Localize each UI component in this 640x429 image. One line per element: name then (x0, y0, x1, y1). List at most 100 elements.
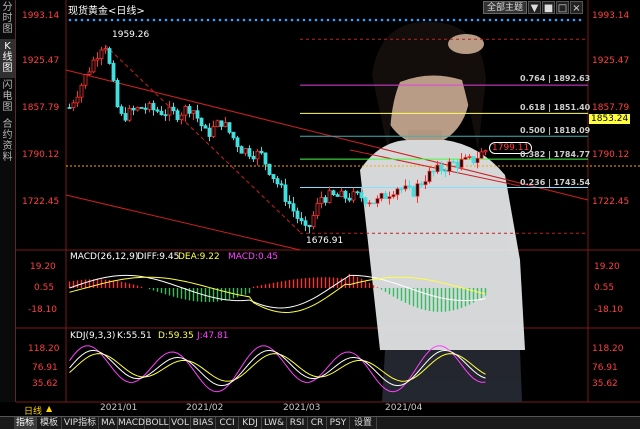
candle-body (227, 122, 232, 133)
signal-dot (542, 18, 546, 22)
indicator-tab-7[interactable]: VOL (170, 417, 191, 429)
signal-dot (296, 18, 300, 22)
candle-body (431, 170, 436, 173)
signal-dot (446, 18, 450, 22)
close-icon[interactable]: × (570, 1, 583, 14)
signal-dot (554, 18, 558, 22)
indicator-tab-6[interactable]: BOLL (145, 417, 170, 429)
price-axis-left-label: 1993.14 (22, 11, 60, 21)
indicator-tab-4[interactable]: MA (99, 417, 118, 429)
candle-body (79, 84, 84, 98)
macd-value: MACD:0.45 (228, 252, 279, 262)
candle-body (259, 150, 264, 154)
signal-dot (500, 18, 504, 22)
candle-body (311, 215, 316, 228)
signal-dot (182, 18, 186, 22)
candle-body (107, 48, 112, 64)
indicator-tab-10[interactable]: KDJ (239, 417, 262, 429)
price-axis-right-label: 1857.79 (592, 103, 630, 113)
trendline-upper (65, 69, 589, 201)
indicator-tab-8[interactable]: BIAS (191, 417, 216, 429)
candle-body (99, 49, 104, 60)
candle-body (375, 198, 380, 204)
indicator-tab-12[interactable]: RSI (287, 417, 308, 429)
signal-dot (578, 18, 582, 22)
candle-body (467, 156, 472, 158)
candle-body (91, 59, 96, 73)
candle-body (75, 96, 80, 104)
candle-body (423, 181, 428, 186)
indicator-tab-3[interactable]: VIP指标 (62, 417, 99, 429)
indicator-tab-11[interactable]: LW& (262, 417, 287, 429)
candle-body (123, 113, 128, 121)
candle-body (363, 197, 368, 204)
candle-body (175, 110, 180, 121)
signal-dot (158, 18, 162, 22)
candle-body (371, 202, 376, 205)
signal-dot (212, 18, 216, 22)
indicator-tab-14[interactable]: PSY (327, 417, 350, 429)
candle-body (103, 48, 108, 51)
indicator-tab-15[interactable]: 设置 (350, 417, 377, 429)
signal-dot (68, 18, 72, 22)
signal-dot (230, 18, 234, 22)
indicator-tab-1[interactable]: 指标 (14, 417, 37, 429)
macd-dea-value: DEA:9.22 (178, 252, 220, 262)
kdj-k-value: K:55.51 (117, 331, 152, 341)
macd-axis-left-label: -18.10 (28, 305, 58, 315)
candle-body (279, 183, 284, 186)
date-label: 2021/01 (100, 403, 138, 413)
indicator-tab-bar: 指标 模板 VIP指标 MA MACD BOLL VOL BIAS CCI KDJ LW& RSI CR… (0, 416, 640, 429)
trendline-lower (65, 194, 301, 251)
date-label: 2021/03 (283, 403, 321, 413)
signal-dot (308, 18, 312, 22)
macd-axis-right-label: 0.55 (594, 283, 615, 293)
signal-dot (122, 18, 126, 22)
candle-body (291, 203, 296, 212)
signal-dot (128, 18, 132, 22)
macd-title: MACD(26,12,9) (70, 252, 139, 262)
candle-body (403, 185, 408, 190)
signal-dot (326, 18, 330, 22)
maximize-icon[interactable]: □ (556, 1, 569, 14)
candle-body (315, 203, 320, 216)
signal-dot (86, 18, 90, 22)
candle-body (367, 202, 372, 205)
indicator-tab-9[interactable]: CCI (216, 417, 239, 429)
kdj-axis-right-label: 76.91 (592, 363, 618, 373)
price-axis-right-label: 1993.14 (592, 11, 630, 21)
indicator-tab-5[interactable]: MACD (118, 417, 145, 429)
candle-body (299, 218, 304, 222)
candle-body (379, 193, 384, 199)
candle-body (411, 186, 416, 197)
signal-dot (506, 18, 510, 22)
signal-dot (338, 18, 342, 22)
candle-body (287, 201, 292, 205)
candle-body (415, 183, 420, 197)
candle-body (359, 192, 364, 199)
candle-body (131, 107, 136, 111)
candle-body (455, 161, 460, 168)
signal-dot (434, 18, 438, 22)
signal-dot (98, 18, 102, 22)
candle-body (351, 191, 356, 201)
dropdown-arrow-icon[interactable]: ▼ (528, 1, 541, 14)
signal-dot (524, 18, 528, 22)
indicator-tab-2[interactable]: 模板 (37, 417, 62, 429)
indicator-tab-13[interactable]: CR (308, 417, 327, 429)
signal-dot (332, 18, 336, 22)
candle-body (263, 152, 268, 165)
price-highlight-label: 1853.24 (589, 114, 631, 124)
candle-body (339, 190, 344, 197)
signal-dot (512, 18, 516, 22)
signal-dots (68, 18, 582, 22)
candle-body (343, 190, 348, 199)
candle-body (335, 194, 340, 197)
period-up-arrow-icon[interactable]: ▲ (46, 404, 52, 413)
candle-body (399, 188, 404, 191)
candle-body (167, 106, 172, 116)
minimize-icon[interactable]: ■ (542, 1, 555, 14)
theme-dropdown-button[interactable]: 全部主题 (483, 1, 527, 14)
candle-body (271, 174, 276, 180)
signal-dot (284, 18, 288, 22)
